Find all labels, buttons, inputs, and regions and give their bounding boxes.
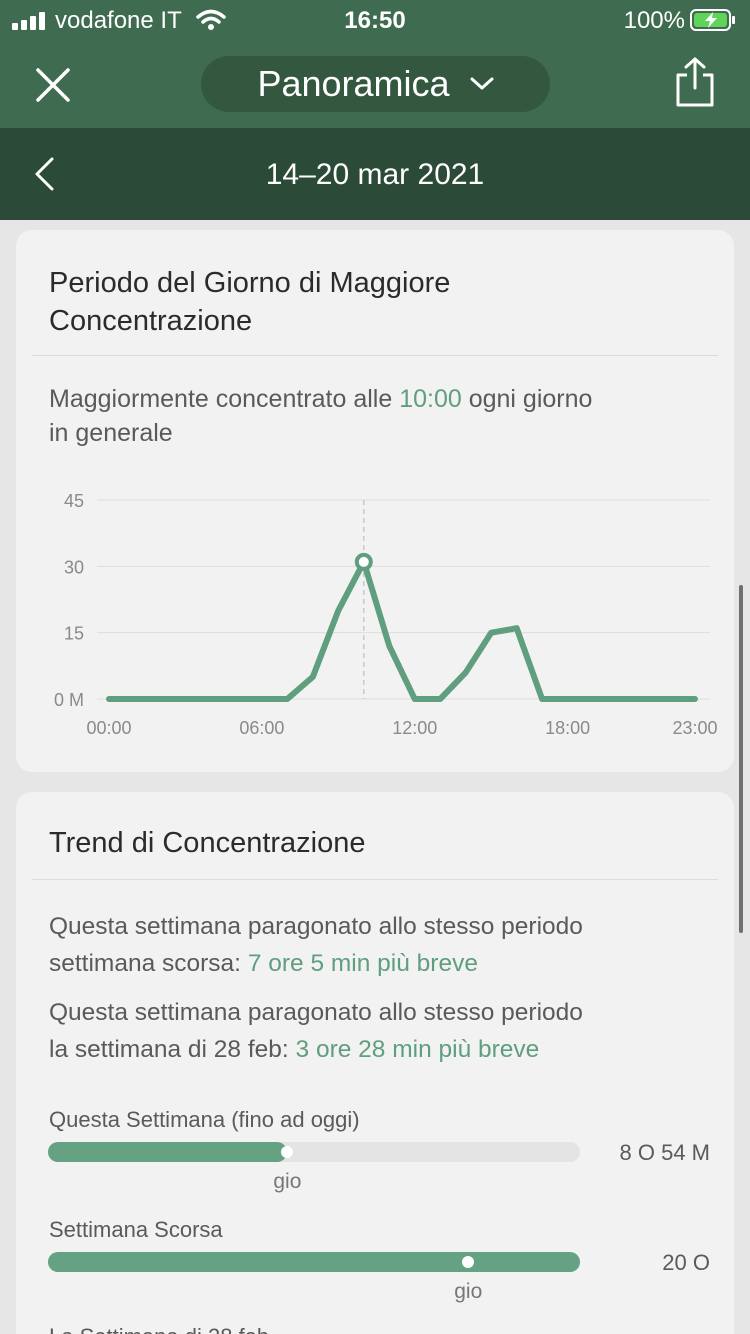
bar-fill (48, 1142, 288, 1162)
peak-time: 10:00 (399, 385, 462, 413)
bar-marker (281, 1146, 294, 1158)
series-line (106, 558, 698, 702)
bar-value-this-week: 8 O 54 M (619, 1140, 710, 1165)
view-title: Panoramica (257, 63, 450, 104)
focus-trend-title: Trend di Concentrazione (49, 827, 366, 859)
battery-charging-icon (690, 9, 735, 31)
x-tick-label: 12:00 (392, 718, 437, 738)
trend-text-prefix: la settimana di 28 feb: (49, 1036, 296, 1063)
trend-comparison-feb28: Questa settimana paragonato allo stesso … (49, 994, 709, 1068)
y-tick-label: 0 M (54, 690, 84, 710)
trend-comparison-last-week: Questa settimana paragonato allo stesso … (49, 908, 709, 982)
trend-difference: 7 ore 5 min più breve (247, 950, 478, 977)
status-bar: vodafone IT 16:50 100% (0, 0, 750, 40)
battery-percentage: 100% (623, 7, 685, 34)
divider (32, 879, 718, 880)
bar-this-week (48, 1142, 580, 1162)
bar-marker-day: gio (454, 1280, 483, 1303)
focus-period-title-line1: Periodo del Giorno di Maggiore (49, 267, 451, 299)
date-range: 14–20 mar 2021 (265, 158, 485, 191)
bar-marker-day: gio (273, 1170, 302, 1193)
peak-point (354, 552, 373, 571)
bar-last-week (48, 1252, 580, 1272)
nav-bar: Panoramica (0, 40, 750, 128)
bar-fill (48, 1252, 580, 1272)
scroll-indicator[interactable] (739, 585, 743, 933)
y-tick-label: 30 (64, 557, 84, 577)
bar-label-last-week: Settimana Scorsa (49, 1217, 223, 1242)
focus-period-title-line2: Concentrazione (49, 305, 253, 337)
summary-text-line2: in generale (49, 419, 173, 447)
summary-text: Maggiormente concentrato alle (49, 385, 400, 413)
divider (32, 355, 718, 356)
focus-period-summary: Maggiormente concentrato alle 10:00 ogni… (49, 382, 709, 450)
trend-text: Questa settimana paragonato allo stesso … (49, 913, 583, 940)
view-selector[interactable]: Panoramica (201, 56, 550, 112)
date-bar: 14–20 mar 2021 (0, 128, 750, 220)
trend-text-prefix: settimana scorsa: (49, 950, 248, 977)
close-button[interactable] (30, 62, 76, 108)
summary-text-after: ogni giorno (461, 385, 593, 413)
focus-period-chart: 0 M 15 30 45 00:00 06:00 12:00 18:00 23:00 (54, 491, 718, 738)
share-button[interactable] (672, 56, 718, 108)
y-tick-label: 15 (64, 624, 84, 644)
bar-label-feb28-week: La Settimana di 28 feb (49, 1324, 269, 1334)
x-tick-label: 18:00 (545, 718, 590, 738)
x-tick-label: 00:00 (86, 718, 131, 738)
trend-difference: 3 ore 28 min più breve (295, 1036, 540, 1063)
focus-period-title: Periodo del Giorno di Maggiore Concentra… (49, 264, 450, 340)
bar-label-this-week: Questa Settimana (fino ad oggi) (49, 1107, 360, 1132)
y-tick-label: 45 (64, 491, 84, 511)
chevron-down-icon (470, 77, 494, 90)
x-tick-label: 23:00 (672, 718, 717, 738)
trend-text: Questa settimana paragonato allo stesso … (49, 999, 583, 1026)
x-tick-label: 06:00 (239, 718, 284, 738)
bar-value-last-week: 20 O (662, 1250, 710, 1275)
